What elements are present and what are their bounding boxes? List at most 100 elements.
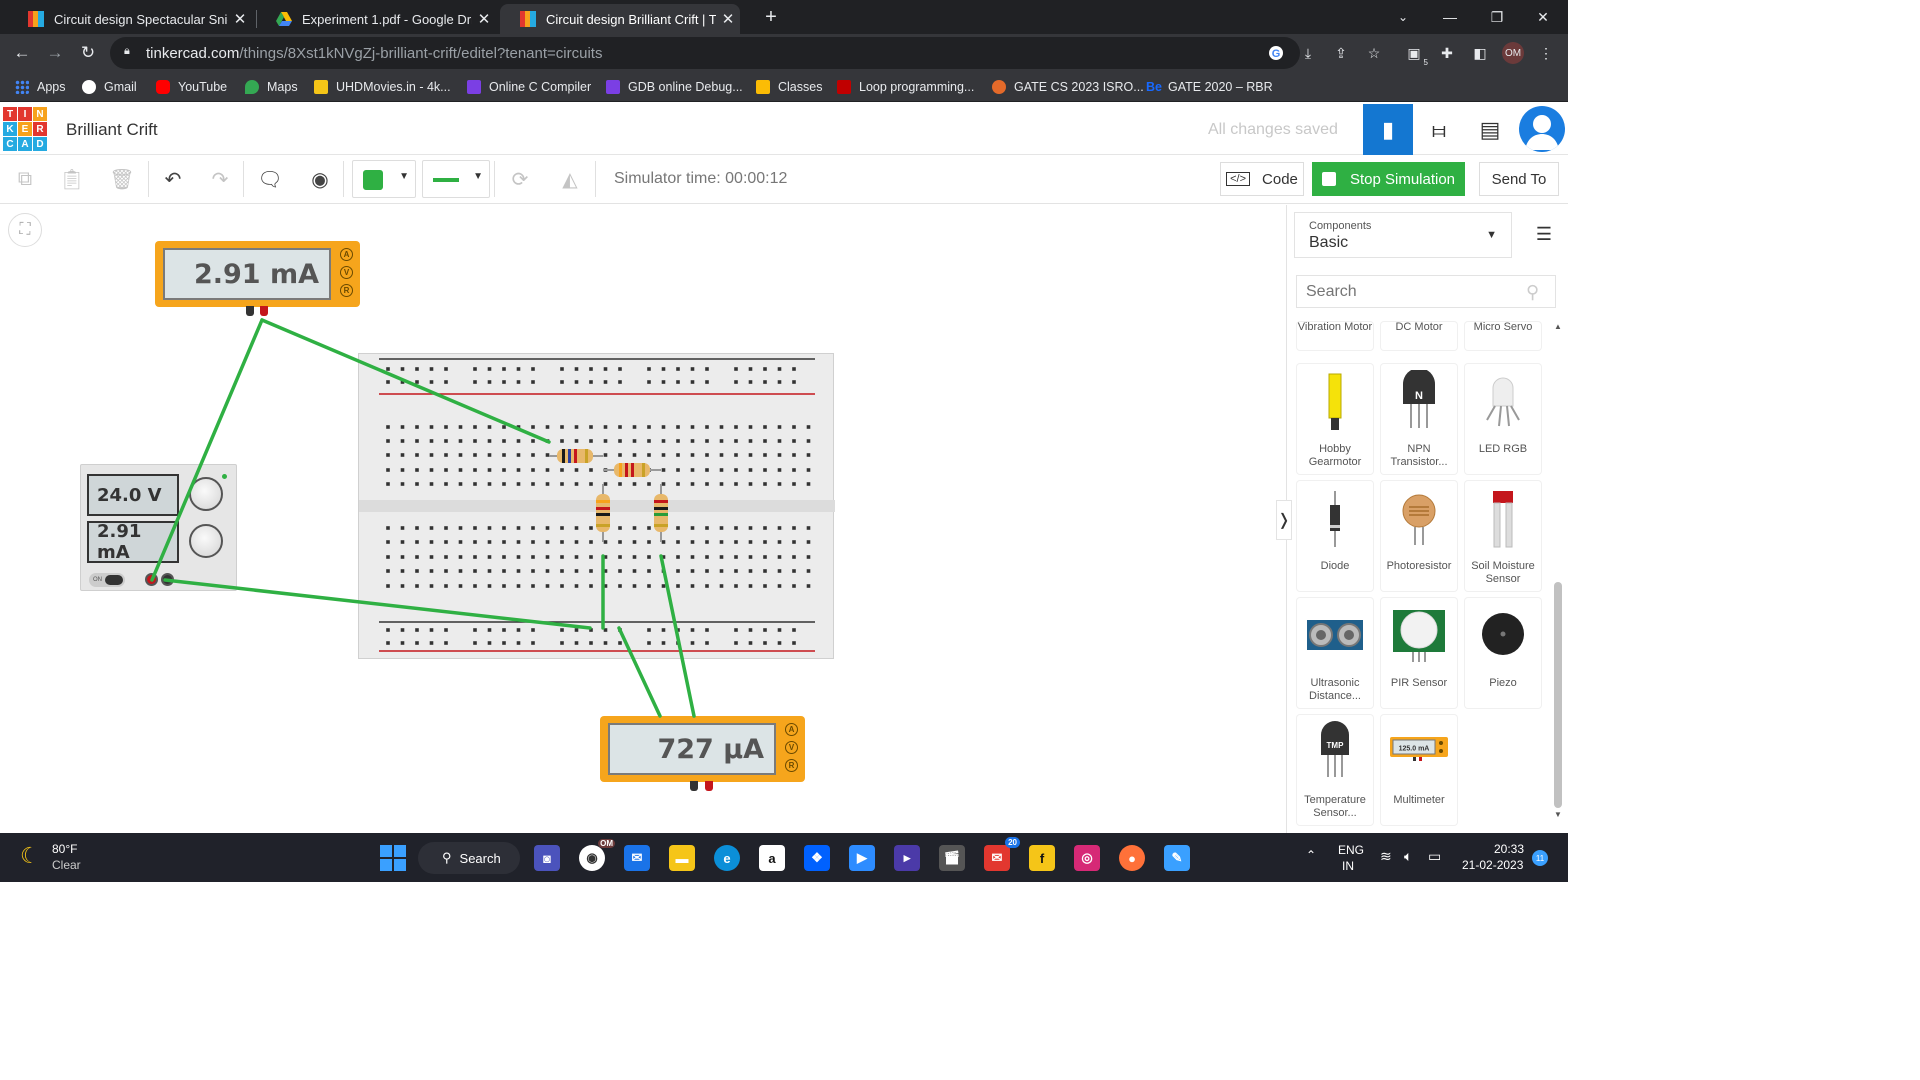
bookmark-maps[interactable]: Maps — [245, 77, 298, 97]
chrome-icon[interactable]: ◉ OM — [579, 839, 615, 871]
bookmark-star-icon[interactable]: ☆ — [1364, 43, 1384, 63]
red-probe-terminal[interactable] — [260, 306, 268, 316]
multimeter-bottom[interactable]: 727 µA A V R — [600, 716, 805, 782]
current-knob[interactable] — [189, 524, 223, 558]
install-icon[interactable]: ⤓ — [1298, 43, 1318, 63]
component-card-hobby-gearmotor[interactable]: Hobby Gearmotor — [1297, 364, 1373, 474]
close-tab-icon[interactable]: ✕ — [228, 10, 252, 28]
component-card-vibration-motor[interactable]: Vibration Motor — [1297, 321, 1373, 350]
bookmark-youtube[interactable]: YouTube — [156, 77, 227, 97]
collapse-panel-chevron-icon[interactable]: ❭ — [1276, 500, 1292, 540]
send-to-button[interactable]: Send To — [1479, 162, 1559, 196]
speaker-icon[interactable]: 🔈︎ — [1404, 848, 1412, 865]
circuit-view-button[interactable]: ▮ — [1363, 104, 1413, 155]
voltage-knob[interactable] — [189, 477, 223, 511]
back-arrow-icon[interactable]: ← — [11, 42, 33, 64]
delete-trash-icon[interactable]: 🗑︎ — [107, 165, 137, 193]
annotation-note-icon[interactable]: 🗨︎ — [255, 165, 285, 193]
share-icon[interactable]: ⇪ — [1331, 43, 1351, 63]
mode-voltmeter-icon[interactable]: V — [785, 741, 798, 754]
power-supply[interactable]: 24.0 V 2.91 mA ON — [80, 464, 237, 591]
bookmark-gate-2020[interactable]: Be GATE 2020 – RBR — [1146, 77, 1273, 97]
components-dropdown[interactable]: Components Basic ▼ — [1294, 212, 1512, 258]
notes-visibility-icon[interactable]: ◉ — [305, 165, 335, 193]
chevron-up-icon[interactable]: ⌃ — [1306, 848, 1316, 862]
mode-voltmeter-icon[interactable]: V — [340, 266, 353, 279]
minimize-button[interactable]: — — [1427, 0, 1473, 34]
wire-color-picker[interactable]: ▼ — [352, 160, 416, 198]
tinkercad-logo[interactable]: TIN KER CAD — [3, 107, 47, 151]
close-window-button[interactable]: ✕ — [1520, 0, 1566, 34]
firefox-icon[interactable]: ● — [1119, 845, 1145, 871]
redo-icon[interactable]: ↷ — [205, 165, 235, 193]
google-icon[interactable]: G — [1266, 43, 1286, 63]
mode-ohmmeter-icon[interactable]: R — [340, 284, 353, 297]
battery-icon[interactable]: ▭ — [1428, 848, 1441, 865]
component-card-soil-moisture-sensor[interactable]: Soil Moisture Sensor — [1465, 481, 1541, 591]
component-list-view-button[interactable]: ▤ — [1465, 104, 1515, 155]
forward-arrow-icon[interactable]: → — [44, 42, 66, 64]
dropbox-icon[interactable]: ❖ — [804, 845, 830, 871]
profile-avatar[interactable]: OM — [1502, 42, 1524, 64]
taskbar-search[interactable]: ⚲ Search — [418, 842, 520, 874]
notification-badge[interactable]: 11 — [1532, 850, 1548, 866]
browser-menu-icon[interactable]: ⋮ — [1536, 43, 1556, 63]
language-indicator[interactable]: ENG — [1338, 843, 1364, 857]
negative-terminal[interactable] — [161, 573, 174, 586]
component-card-photoresistor[interactable]: Photoresistor — [1381, 481, 1457, 591]
restore-button[interactable]: ❐ — [1474, 0, 1520, 34]
list-view-icon[interactable]: ☰ — [1530, 220, 1558, 248]
close-tab-icon[interactable]: ✕ — [716, 10, 740, 28]
code-button[interactable]: </> Code — [1220, 162, 1304, 196]
bookmark-loop-programming[interactable]: Loop programming... — [837, 77, 974, 97]
search-icon[interactable]: ⚲ — [1526, 282, 1546, 302]
breadboard[interactable] — [358, 353, 835, 659]
clock-date[interactable]: 21-02-2023 — [1462, 858, 1523, 872]
power-switch[interactable]: ON — [89, 573, 125, 587]
component-card-micro-servo[interactable]: Micro Servo — [1465, 321, 1541, 350]
close-tab-icon[interactable]: ✕ — [472, 10, 496, 28]
black-probe-terminal[interactable] — [246, 306, 254, 316]
weather-desc[interactable]: Clear — [52, 858, 81, 872]
address-bar[interactable]: 🔒︎ tinkercad.com/things/8Xst1kNVgZj-bril… — [110, 37, 1300, 69]
user-avatar[interactable] — [1519, 106, 1565, 152]
bookmark-gdb[interactable]: GDB online Debug... — [606, 77, 743, 97]
scrollbar-thumb[interactable] — [1554, 582, 1562, 808]
copy-icon[interactable]: ⧉ — [10, 165, 40, 193]
paint-icon[interactable]: ✎ — [1164, 845, 1190, 871]
media-player-icon[interactable]: ▸ — [894, 845, 920, 871]
bookmark-online-c-compiler[interactable]: Online C Compiler — [467, 77, 591, 97]
reload-icon[interactable]: ↻ — [77, 42, 99, 64]
stop-simulation-button[interactable]: Stop Simulation — [1312, 162, 1465, 196]
component-card-piezo[interactable]: Piezo — [1465, 598, 1541, 708]
component-card-multimeter[interactable]: 125.0 mA Multimeter — [1381, 715, 1457, 825]
component-card-npn-transistor[interactable]: N NPN Transistor... — [1381, 364, 1457, 474]
component-card-temperature-sensor[interactable]: TMP Temperature Sensor... — [1297, 715, 1373, 825]
mail-icon[interactable]: ✉ — [624, 845, 650, 871]
red-probe-terminal[interactable] — [705, 781, 713, 791]
rotate-icon[interactable]: ⟳ — [505, 165, 535, 193]
component-search-input[interactable] — [1296, 275, 1556, 308]
browser-tab[interactable]: Circuit design Spectacular Snicke ✕ — [8, 4, 252, 34]
flipkart-icon[interactable]: f — [1029, 845, 1055, 871]
zoom-icon[interactable]: ▶ — [849, 845, 875, 871]
extension-badge-icon[interactable]: ▣ 5 — [1404, 43, 1428, 68]
bookmark-apps[interactable]: Apps — [15, 77, 66, 97]
side-panel-icon[interactable]: ◧ — [1470, 43, 1490, 63]
file-explorer-icon[interactable]: ▬ — [669, 845, 695, 871]
tab-search-chevron-icon[interactable]: ⌄ — [1380, 0, 1426, 34]
paste-icon[interactable]: 📋︎ — [57, 165, 87, 193]
mode-ammeter-icon[interactable]: A — [340, 248, 353, 261]
component-card-ultrasonic-sensor[interactable]: Ultrasonic Distance... — [1297, 598, 1373, 708]
wire-type-picker[interactable]: ▼ — [422, 160, 490, 198]
schematic-view-button[interactable]: ⧦ — [1414, 104, 1464, 155]
clock-time[interactable]: 20:33 — [1494, 842, 1524, 856]
edge-icon[interactable]: e — [714, 845, 740, 871]
scroll-up-arrow-icon[interactable]: ▲ — [1554, 322, 1562, 331]
weather-temp[interactable]: 80°F — [52, 842, 77, 856]
black-probe-terminal[interactable] — [690, 781, 698, 791]
component-card-diode[interactable]: Diode — [1297, 481, 1373, 591]
bookmark-gmail[interactable]: Gmail — [82, 77, 137, 97]
project-title[interactable]: Brilliant Crift — [66, 120, 158, 140]
amazon-icon[interactable]: a — [759, 845, 785, 871]
